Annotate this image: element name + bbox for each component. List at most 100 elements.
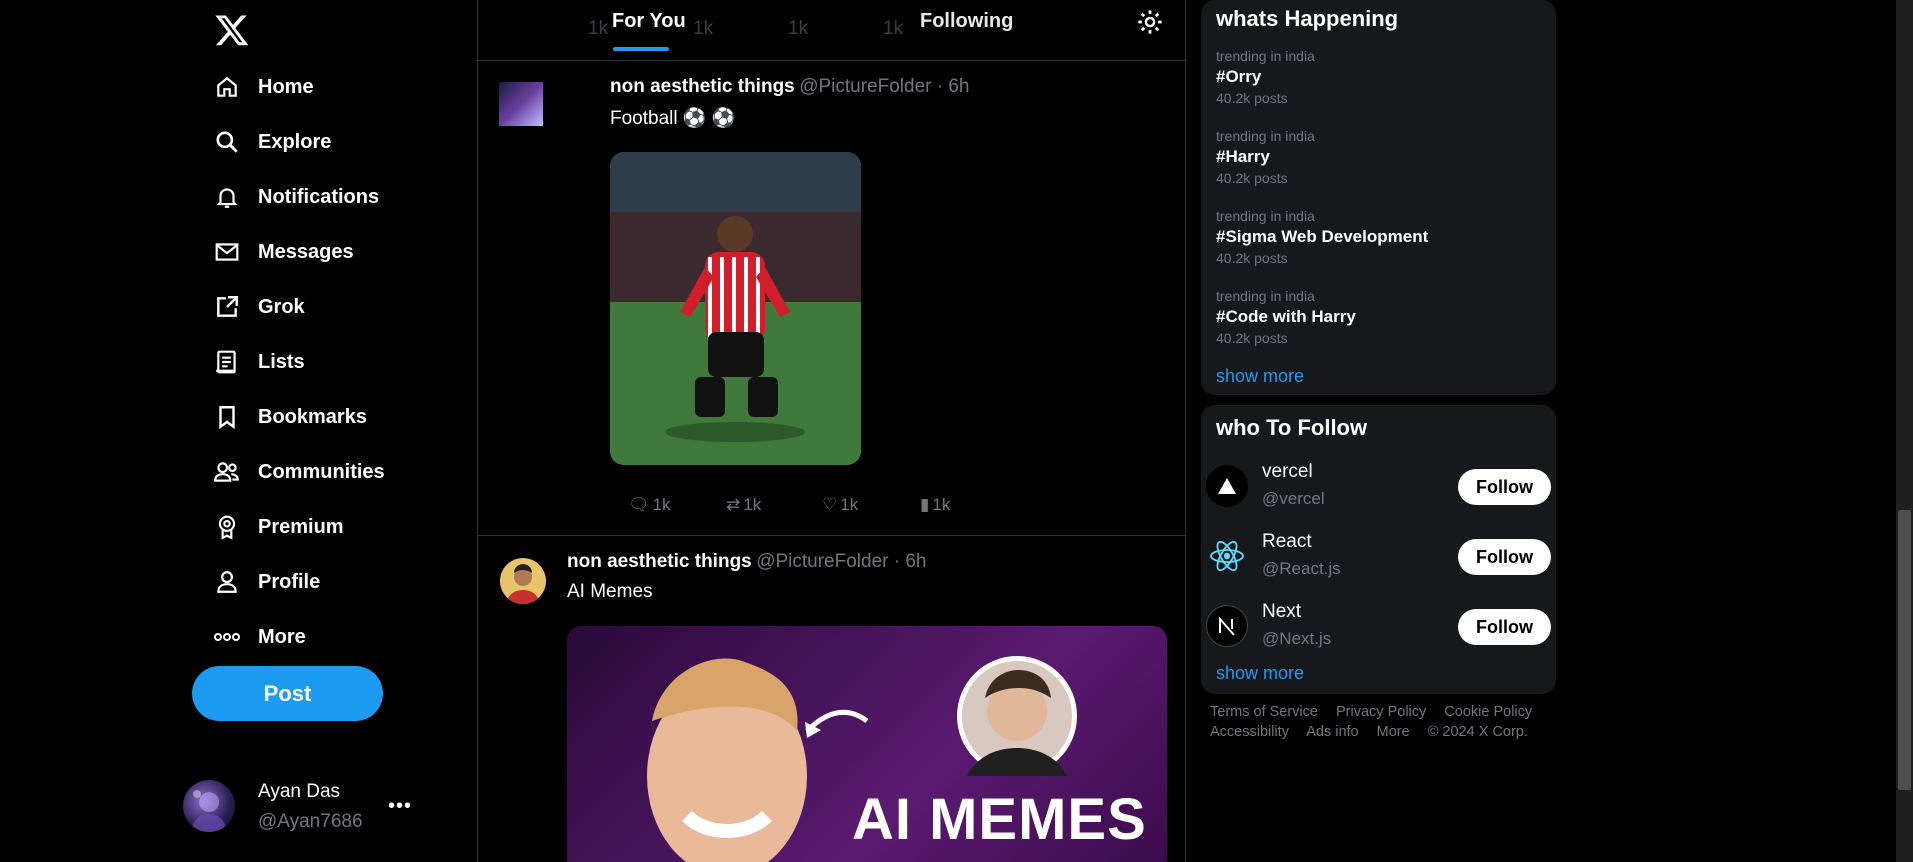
bookmark-icon: [212, 402, 242, 432]
nav-item-messages[interactable]: Messages: [212, 232, 354, 272]
tweet-header: non aesthetic things @PictureFolder · 6h: [567, 551, 927, 573]
nav-item-home[interactable]: Home: [212, 67, 314, 107]
trend-item[interactable]: trending in india #Sigma Web Development…: [1216, 208, 1428, 266]
ghost-count: 1k: [693, 18, 714, 39]
footer-link[interactable]: Cookie Policy: [1444, 704, 1532, 720]
who-to-follow-card: who To Follow vercel @vercel Follow Reac…: [1201, 405, 1556, 694]
timeline: 1k 1k 1k 1k For You Following non aesthe…: [477, 0, 1186, 862]
footer-link[interactable]: Ads info: [1306, 724, 1358, 740]
account-name: Ayan Das: [258, 781, 341, 802]
views-button[interactable]: ▮ 1k: [920, 495, 950, 515]
trend-item[interactable]: trending in india #Orry 40.2k posts: [1216, 48, 1315, 106]
follow-button[interactable]: Follow: [1458, 609, 1551, 645]
trend-tag: #Harry: [1216, 147, 1270, 166]
trend-count: 40.2k posts: [1216, 250, 1288, 266]
nav-label: Home: [258, 75, 314, 98]
nav-item-more[interactable]: More: [212, 617, 306, 657]
views-count: 1k: [932, 495, 951, 514]
tweet-image[interactable]: [610, 152, 861, 465]
follow-suggestion[interactable]: Next @Next.js Follow: [1206, 595, 1551, 655]
ghost-count: 1k: [788, 18, 809, 39]
nav-label: Bookmarks: [258, 405, 367, 428]
more-dots-icon: [212, 622, 242, 652]
suggestion-name: vercel: [1262, 461, 1313, 482]
suggestion-handle: @React.js: [1262, 559, 1341, 578]
reply-button[interactable]: 🗨 1k: [628, 495, 726, 515]
nav-label: Premium: [258, 515, 344, 538]
trend-count: 40.2k posts: [1216, 330, 1288, 346]
nav-item-explore[interactable]: Explore: [212, 122, 331, 162]
x-logo-icon[interactable]: [214, 12, 250, 48]
nav-item-communities[interactable]: Communities: [212, 452, 385, 492]
tweet[interactable]: non aesthetic things @PictureFolder · 6h…: [478, 62, 1185, 536]
trending-show-more-link[interactable]: show more: [1216, 366, 1304, 387]
follow-button[interactable]: Follow: [1458, 539, 1551, 575]
trend-item[interactable]: trending in india #Code with Harry 40.2k…: [1216, 288, 1356, 346]
list-icon: [212, 347, 242, 377]
nav-item-profile[interactable]: Profile: [212, 562, 320, 602]
trend-tag: #Sigma Web Development: [1216, 227, 1429, 246]
follow-suggestion[interactable]: vercel @vercel Follow: [1206, 455, 1551, 515]
follow-suggestion[interactable]: React @React.js Follow: [1206, 525, 1551, 585]
tweet-header: non aesthetic things @PictureFolder · 6h: [610, 76, 970, 98]
external-square-icon: [212, 292, 242, 322]
tab-for-you[interactable]: For You: [612, 10, 686, 33]
views-chart-icon: ▮: [920, 495, 930, 514]
trend-tag: #Code with Harry: [1216, 307, 1356, 326]
retweet-icon: ⇄: [726, 495, 741, 514]
trend-category: trending in india: [1216, 208, 1315, 224]
retweet-count: 1k: [743, 495, 762, 514]
footer-link[interactable]: Privacy Policy: [1336, 704, 1426, 720]
suggestion-handle: @vercel: [1262, 489, 1325, 508]
mail-icon: [212, 237, 242, 267]
suggestion-name: React: [1262, 531, 1312, 552]
tab-following[interactable]: Following: [920, 10, 1013, 33]
footer-link[interactable]: Terms of Service: [1210, 704, 1318, 720]
who-to-follow-show-more-link[interactable]: show more: [1216, 663, 1304, 684]
trend-tag: #Orry: [1216, 67, 1262, 86]
footer-link[interactable]: Accessibility: [1210, 724, 1289, 740]
follow-button[interactable]: Follow: [1458, 469, 1551, 505]
retweet-button[interactable]: ⇄ 1k: [726, 495, 822, 515]
tweet-text: Football ⚽ ⚽: [610, 108, 736, 129]
nav-item-grok[interactable]: Grok: [212, 287, 305, 327]
tweet-avatar[interactable]: [500, 558, 546, 604]
footer-links-row-1: Terms of Service Privacy Policy Cookie P…: [1210, 704, 1546, 720]
tweet-avatar[interactable]: [499, 82, 543, 126]
reply-icon: 🗨: [628, 495, 650, 514]
tweet-author-name[interactable]: non aesthetic things: [610, 76, 795, 97]
footer-copyright: © 2024 X Corp.: [1427, 724, 1528, 740]
trend-category: trending in india: [1216, 48, 1315, 64]
nav-label: Notifications: [258, 185, 380, 208]
nav-item-lists[interactable]: Lists: [212, 342, 305, 382]
who-to-follow-title: who To Follow: [1216, 415, 1368, 440]
nav-item-premium[interactable]: Premium: [212, 507, 344, 547]
nav-label: Lists: [258, 350, 305, 373]
trend-category: trending in india: [1216, 128, 1315, 144]
footer-link[interactable]: More: [1377, 724, 1410, 740]
account-menu-dots[interactable]: •••: [388, 795, 412, 818]
tweet-author-name[interactable]: non aesthetic things: [567, 551, 752, 572]
tweet-image[interactable]: AI MEMES: [567, 626, 1167, 862]
gear-icon[interactable]: [1136, 8, 1164, 36]
trending-title: whats Happening: [1216, 6, 1399, 31]
post-button[interactable]: Post: [192, 666, 383, 721]
nav-item-bookmarks[interactable]: Bookmarks: [212, 397, 367, 437]
tweet[interactable]: non aesthetic things @PictureFolder · 6h…: [478, 536, 1185, 862]
nav-label: Grok: [258, 295, 305, 318]
ghost-count: 1k: [588, 18, 609, 39]
next-n-icon: [1206, 605, 1248, 647]
badge-icon: [212, 512, 242, 542]
nav-label: Explore: [258, 130, 332, 153]
trend-category: trending in india: [1216, 288, 1315, 304]
people-icon: [212, 457, 242, 487]
heart-icon: ♡: [822, 495, 838, 514]
like-button[interactable]: ♡ 1k: [822, 495, 920, 515]
trend-item[interactable]: trending in india #Harry 40.2k posts: [1216, 128, 1315, 186]
avatar[interactable]: [183, 780, 235, 832]
nav-label: More: [258, 625, 306, 648]
page-scrollbar-thumb[interactable]: [1898, 510, 1911, 790]
nav-item-notifications[interactable]: Notifications: [212, 177, 379, 217]
nav-label: Messages: [258, 240, 354, 263]
trend-count: 40.2k posts: [1216, 90, 1288, 106]
